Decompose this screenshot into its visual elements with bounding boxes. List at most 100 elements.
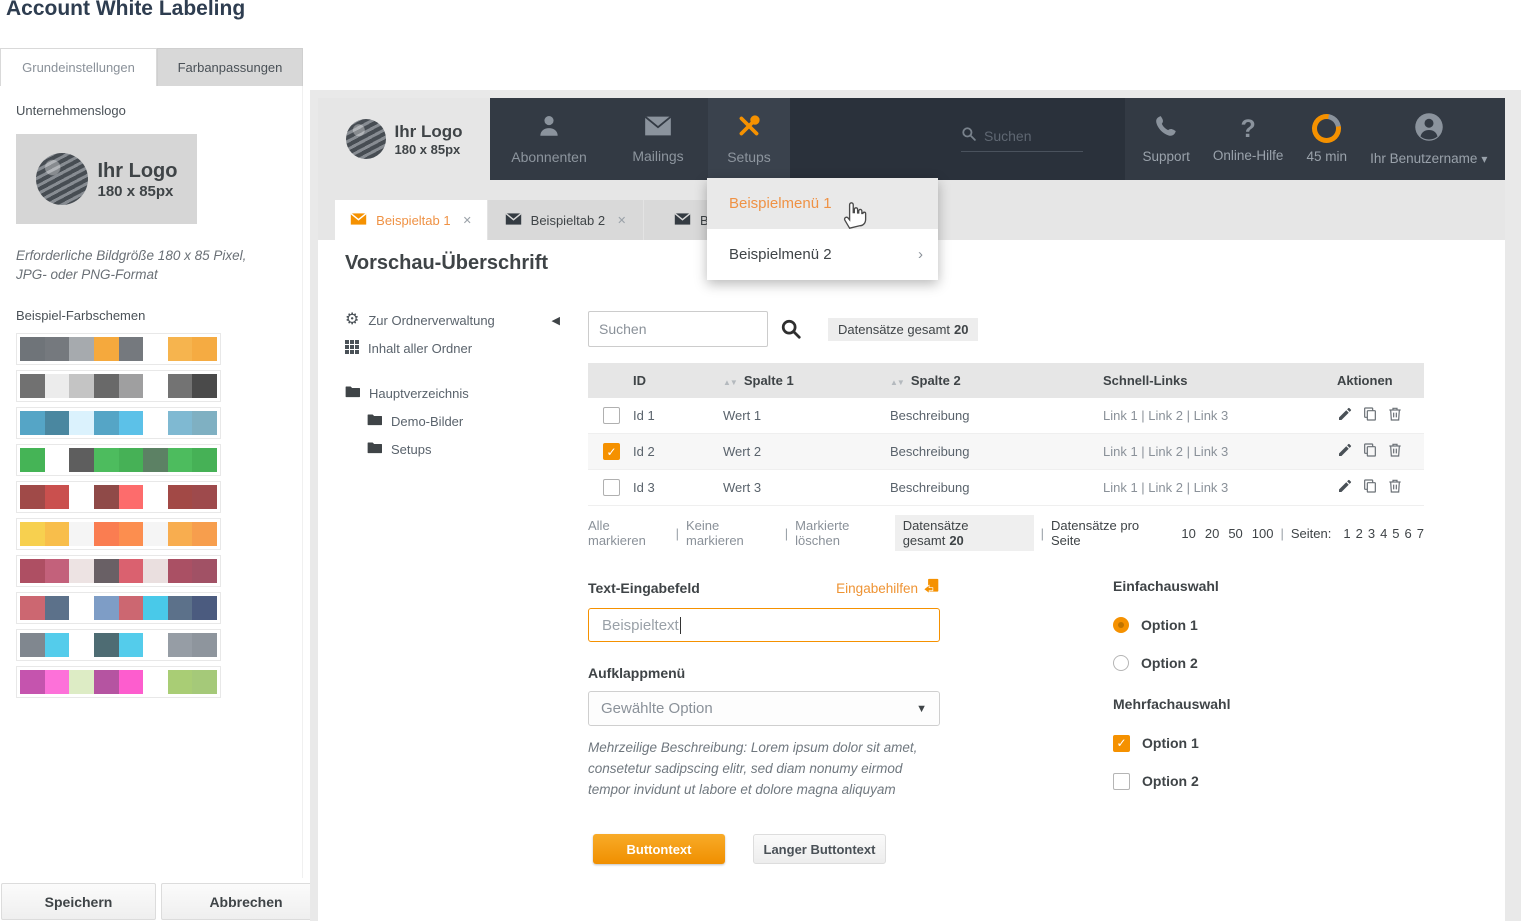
delete-icon[interactable]	[1387, 478, 1403, 497]
tab-farbanpassungen[interactable]: Farbanpassungen	[157, 48, 303, 86]
radio-option-1[interactable]: Option 1	[1113, 606, 1313, 644]
nav-item-setups[interactable]: Setups	[708, 98, 790, 180]
delete-icon[interactable]	[1387, 442, 1403, 461]
cancel-button[interactable]: Abbrechen	[161, 883, 331, 920]
nav-item-mailings[interactable]: Mailings	[608, 98, 708, 180]
color-scheme-row[interactable]	[16, 555, 221, 587]
color-scheme-row[interactable]	[16, 370, 221, 402]
menu-item-beispielmenu-1[interactable]: Beispielmenü 1	[707, 178, 938, 229]
nav-item-label: Mailings	[632, 148, 683, 164]
bulk-action-link[interactable]: Alle markieren	[588, 518, 669, 548]
mail-icon	[644, 114, 672, 141]
edit-icon[interactable]	[1337, 406, 1353, 425]
collapse-arrow-icon[interactable]: ◀	[552, 314, 560, 327]
nav-item-label: Setups	[727, 149, 771, 165]
secondary-button[interactable]: Langer Buttontext	[753, 834, 886, 864]
page-number[interactable]: 4	[1380, 526, 1387, 541]
color-swatch	[119, 337, 144, 361]
copy-icon[interactable]	[1362, 478, 1378, 497]
nav-logo[interactable]: Ihr Logo 180 x 85px	[318, 98, 490, 180]
doc-tab-1[interactable]: Beispieltab 1 ✕	[335, 200, 487, 240]
row-checkbox[interactable]: ✓	[603, 407, 620, 424]
color-scheme-row[interactable]	[16, 481, 221, 513]
cell-quick-links[interactable]: Link 1 | Link 2 | Link 3	[1103, 408, 1337, 423]
edit-icon[interactable]	[1337, 442, 1353, 461]
tree-manage-folders[interactable]: ⚙ Zur Ordnerverwaltung ◀	[345, 306, 560, 334]
col-header-spalte1[interactable]: ▲▼Spalte 1	[723, 373, 890, 388]
primary-button[interactable]: Buttontext	[593, 834, 725, 864]
col-header-id[interactable]: ID	[633, 373, 723, 388]
input-helper-link[interactable]: Eingabehilfen	[836, 578, 940, 598]
page-number[interactable]: 1	[1343, 526, 1350, 541]
search-icon[interactable]	[780, 318, 802, 340]
checkbox-group-label: Mehrfachauswahl	[1113, 696, 1313, 712]
checkbox-option-1[interactable]: ✓ Option 1	[1113, 724, 1313, 762]
save-button[interactable]: Speichern	[1, 883, 156, 920]
per-page-option[interactable]: 100	[1252, 526, 1274, 541]
nav-logo-size: 180 x 85px	[395, 142, 463, 157]
color-swatch	[192, 633, 217, 657]
col-header-spalte2[interactable]: ▲▼Spalte 2	[890, 373, 1103, 388]
delete-icon[interactable]	[1387, 406, 1403, 425]
bulk-action-link[interactable]: Keine markieren	[686, 518, 778, 548]
checkbox-icon[interactable]: ✓	[1113, 735, 1130, 752]
tab-grundeinstellungen[interactable]: Grundeinstellungen	[0, 48, 157, 86]
chevron-right-icon: ›	[918, 246, 923, 263]
nav-right-label: 45 min	[1306, 149, 1347, 164]
radio-icon[interactable]	[1113, 655, 1129, 671]
nav-online-help[interactable]: ? Online-Hilfe	[1213, 116, 1284, 163]
nav-search-input[interactable]	[984, 128, 1074, 144]
page-number[interactable]: 7	[1417, 526, 1424, 541]
cell-quick-links[interactable]: Link 1 | Link 2 | Link 3	[1103, 444, 1337, 459]
color-scheme-row[interactable]	[16, 444, 221, 476]
nav-item-abonnenten[interactable]: Abonnenten	[490, 98, 608, 180]
color-scheme-row[interactable]	[16, 407, 221, 439]
folder-demo-bilder[interactable]: Demo-Bilder	[345, 407, 560, 435]
copy-icon[interactable]	[1362, 442, 1378, 461]
nav-session-timer[interactable]: 45 min	[1306, 114, 1347, 164]
color-scheme-row[interactable]	[16, 333, 221, 365]
nav-logo-text: Ihr Logo	[395, 121, 463, 142]
dropdown-select[interactable]: Gewählte Option ▼	[588, 691, 940, 726]
radio-option-2[interactable]: Option 2	[1113, 644, 1313, 682]
page-number[interactable]: 3	[1368, 526, 1375, 541]
per-page-option[interactable]: 10	[1181, 526, 1195, 541]
close-icon[interactable]: ✕	[463, 214, 472, 227]
folder-icon	[367, 413, 382, 429]
timer-ring-icon	[1312, 114, 1341, 143]
color-scheme-row[interactable]	[16, 518, 221, 550]
nav-search-field[interactable]	[961, 126, 1083, 152]
folder-setups[interactable]: Setups	[345, 435, 560, 463]
color-swatch	[143, 448, 168, 472]
table-search-input[interactable]	[588, 311, 768, 347]
color-scheme-row[interactable]	[16, 629, 221, 661]
color-swatch	[94, 522, 119, 546]
radio-icon[interactable]	[1113, 617, 1129, 633]
per-page-option[interactable]: 50	[1228, 526, 1242, 541]
per-page-option[interactable]: 20	[1205, 526, 1219, 541]
color-scheme-row[interactable]	[16, 592, 221, 624]
color-swatch	[69, 633, 94, 657]
bulk-action-link[interactable]: Markierte löschen	[795, 518, 895, 548]
nav-user-menu[interactable]: Ihr Benutzername▾	[1370, 112, 1487, 166]
folder-hauptverzeichnis[interactable]: Hauptverzeichnis	[345, 379, 560, 407]
menu-item-beispielmenu-2[interactable]: Beispielmenü 2 ›	[707, 229, 938, 280]
nav-support[interactable]: Support	[1143, 115, 1190, 164]
color-scheme-row[interactable]	[16, 666, 221, 698]
company-logo-preview[interactable]: Ihr Logo 180 x 85px	[16, 134, 197, 224]
edit-icon[interactable]	[1337, 478, 1353, 497]
page-number[interactable]: 6	[1405, 526, 1412, 541]
checkbox-icon[interactable]: ✓	[1113, 773, 1130, 790]
tree-all-folders[interactable]: Inhalt aller Ordner	[345, 334, 560, 362]
close-icon[interactable]: ✕	[617, 214, 626, 227]
row-checkbox[interactable]: ✓	[603, 443, 620, 460]
cell-id: Id 3	[633, 480, 723, 495]
checkbox-option-2[interactable]: ✓ Option 2	[1113, 762, 1313, 800]
doc-tab-2[interactable]: Beispieltab 2 ✕	[487, 200, 643, 240]
text-input[interactable]: Beispieltext	[588, 608, 940, 642]
cell-quick-links[interactable]: Link 1 | Link 2 | Link 3	[1103, 480, 1337, 495]
page-number[interactable]: 2	[1356, 526, 1363, 541]
page-number[interactable]: 5	[1392, 526, 1399, 541]
copy-icon[interactable]	[1362, 406, 1378, 425]
row-checkbox[interactable]: ✓	[603, 479, 620, 496]
